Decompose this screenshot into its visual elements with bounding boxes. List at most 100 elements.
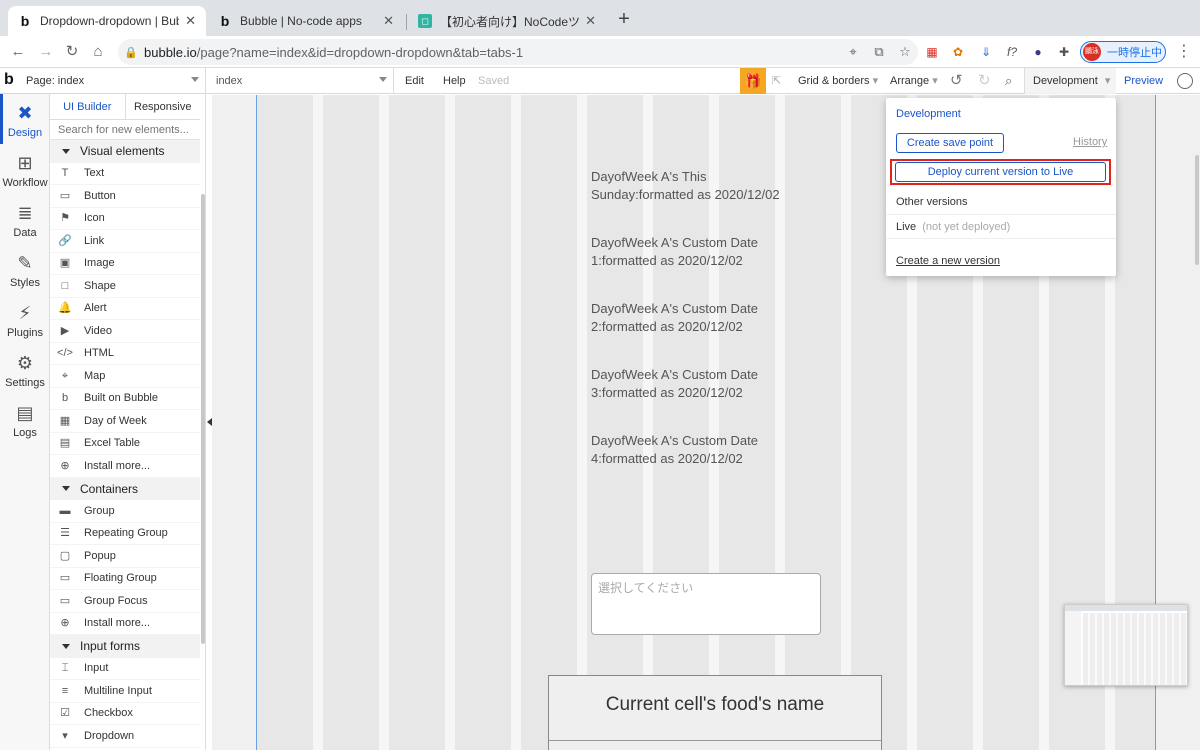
pointer-off-icon[interactable]: ⇱ — [772, 68, 781, 94]
new-tab-button[interactable]: + — [614, 8, 634, 30]
palette-scrollbar[interactable] — [201, 194, 205, 644]
palette-section-header[interactable]: Visual elements — [50, 140, 200, 163]
download-extension-icon[interactable]: ⇓ — [978, 44, 994, 60]
close-icon[interactable]: ✕ — [185, 13, 196, 29]
url-field[interactable]: 🔒 bubble.io/page?name=index&id=dropdown-… — [118, 39, 918, 65]
tab-settings[interactable]: ⚙ Settings — [0, 344, 50, 394]
palette-item-label: Link — [84, 234, 105, 247]
tab-bubble-no-code[interactable]: b Bubble | No-code apps ✕ — [208, 6, 404, 36]
translate-icon[interactable]: ⧉ — [866, 44, 892, 60]
tab-styles[interactable]: ✎ Styles — [0, 244, 50, 294]
palette-item[interactable]: ⊕ Install more... — [50, 455, 200, 478]
create-new-version-link[interactable]: Create a new version — [896, 255, 1000, 267]
version-row-live[interactable]: Live (not yet deployed) — [886, 214, 1116, 239]
palette-item[interactable]: ▭ Floating Group — [50, 568, 200, 590]
palette-item[interactable]: ▭ Group Focus — [50, 590, 200, 613]
gift-icon[interactable]: 🎁 — [740, 68, 766, 94]
palette-section-header[interactable]: Containers — [50, 477, 200, 500]
canvas-scrollbar[interactable] — [1195, 155, 1199, 265]
tab-nocode-tool[interactable]: ◻ 【初心者向け】NoCodeツールBu ✕ — [408, 6, 606, 36]
browser-menu-icon[interactable]: ⋮ — [1176, 42, 1192, 62]
page-minimap[interactable] — [1064, 604, 1188, 686]
palette-item[interactable]: b Built on Bubble — [50, 388, 200, 410]
palette-item[interactable]: ▾ Dropdown — [50, 725, 200, 748]
tab-design[interactable]: ✖ Design — [0, 94, 50, 144]
palette-item[interactable]: ⊕ Install more... — [50, 613, 200, 635]
palette-item[interactable]: ⌶ Input — [50, 658, 200, 680]
page-selector-label: Page: index — [26, 75, 85, 87]
text-custom-date-3[interactable]: DayofWeek A's Custom Date 3:formatted as… — [591, 366, 811, 402]
edit-menu[interactable]: Edit — [405, 68, 424, 94]
environment-dropdown[interactable]: Development ▾ — [1024, 68, 1116, 94]
tab-plugins[interactable]: ⚡ Plugins — [0, 294, 50, 344]
plug-icon: ⚡ — [18, 303, 32, 323]
back-arrow-icon[interactable]: ← — [8, 42, 28, 62]
puzzle-extensions-icon[interactable]: ✚ — [1056, 44, 1072, 60]
palette-item[interactable]: ☑ Checkbox — [50, 703, 200, 725]
element-search-input[interactable] — [50, 120, 200, 140]
dropdown-element[interactable]: 選択してください — [591, 573, 821, 635]
text-custom-date-1[interactable]: DayofWeek A's Custom Date 1:formatted as… — [591, 234, 811, 270]
tab-logs[interactable]: ▤ Logs — [0, 394, 50, 444]
palette-item[interactable]: ⌖ Map — [50, 365, 200, 388]
palette-item[interactable]: ▬ Group — [50, 500, 200, 523]
tab-dropdown-dropdown[interactable]: b Dropdown-dropdown | Bubble ✕ — [8, 6, 206, 36]
tab-ui-builder[interactable]: UI Builder — [50, 94, 125, 119]
palette-item[interactable]: 🔔 Alert — [50, 298, 200, 320]
calendar-extension-icon[interactable]: ▦ — [924, 44, 940, 60]
triangle-down-icon — [62, 486, 70, 492]
palette-item[interactable]: ▶ Video — [50, 320, 200, 343]
circle-extension-icon[interactable]: ● — [1030, 44, 1046, 60]
create-save-point-button[interactable]: Create save point — [896, 133, 1004, 153]
close-icon[interactable]: ✕ — [585, 13, 596, 29]
palette-item[interactable]: ▦ Day of Week — [50, 410, 200, 433]
palette-item-icon: ⌖ — [61, 369, 69, 382]
text-custom-date-2[interactable]: DayofWeek A's Custom Date 2:formatted as… — [591, 300, 811, 336]
reload-icon[interactable]: ↻ — [62, 42, 82, 62]
profile-paused-button[interactable]: 鵬泳 一時停止中 — [1080, 41, 1166, 63]
palette-item[interactable]: ☰ Repeating Group — [50, 523, 200, 545]
repeating-group-element[interactable]: Current cell's food's name — [548, 675, 882, 750]
palette-item[interactable]: ⚑ Icon — [50, 208, 200, 230]
bookmark-star-icon[interactable]: ☆ — [892, 44, 918, 60]
palette-item[interactable]: ▤ Excel Table — [50, 433, 200, 455]
address-bar: ← → ↻ ⌂ 🔒 bubble.io/page?name=index&id=d… — [0, 36, 1200, 68]
redo-icon[interactable]: ↻ — [978, 68, 991, 94]
palette-section-header[interactable]: Input forms — [50, 635, 200, 658]
grid-borders-menu[interactable]: Grid & borders ▾ — [798, 68, 878, 94]
text-custom-date-4[interactable]: DayofWeek A's Custom Date 4:formatted as… — [591, 432, 811, 468]
tab-workflow[interactable]: ⊞ Workflow — [0, 144, 50, 194]
undo-icon[interactable]: ↺ — [950, 68, 963, 94]
home-icon[interactable]: ⌂ — [88, 42, 108, 62]
element-selector[interactable]: index — [210, 68, 394, 94]
deploy-to-live-button[interactable]: Deploy current version to Live — [895, 162, 1106, 182]
preview-button[interactable]: Preview — [1124, 68, 1163, 94]
palette-item[interactable]: ≡ Multiline Input — [50, 680, 200, 703]
text-this-sunday[interactable]: DayofWeek A's This Sunday:formatted as 2… — [591, 168, 811, 204]
history-link[interactable]: History — [1073, 136, 1107, 148]
function-extension-icon[interactable]: f? — [1004, 44, 1020, 60]
page-selector[interactable]: Page: index — [26, 68, 206, 94]
tab-responsive[interactable]: Responsive — [124, 94, 201, 119]
location-pin-icon[interactable]: ⌖ — [840, 44, 866, 60]
arrange-menu[interactable]: Arrange ▾ — [890, 68, 938, 94]
palette-item[interactable]: ▢ Popup — [50, 545, 200, 568]
tab-design-label: Design — [7, 127, 43, 139]
palette-item[interactable]: </> HTML — [50, 343, 200, 365]
repeating-group-cell-text[interactable]: Current cell's food's name — [549, 694, 881, 716]
bubble-logo-icon[interactable]: b — [4, 71, 14, 89]
forward-arrow-icon[interactable]: → — [36, 42, 56, 62]
tab-data[interactable]: ≣ Data — [0, 194, 50, 244]
user-account-icon[interactable] — [1177, 73, 1193, 89]
color-wheel-extension-icon[interactable]: ✿ — [950, 44, 966, 60]
close-icon[interactable]: ✕ — [383, 13, 394, 29]
help-menu[interactable]: Help — [443, 68, 466, 94]
search-icon[interactable]: ⌕ — [1005, 68, 1012, 94]
palette-item[interactable]: ▣ Image — [50, 253, 200, 275]
palette-item[interactable]: □ Shape — [50, 275, 200, 298]
minimap-sidebar — [1065, 611, 1081, 685]
palette-item[interactable]: 🔗 Link — [50, 230, 200, 253]
palette-item[interactable]: ▭ Button — [50, 185, 200, 208]
palette-item[interactable]: T Text — [50, 163, 200, 185]
palette-item-icon: </> — [57, 347, 73, 360]
